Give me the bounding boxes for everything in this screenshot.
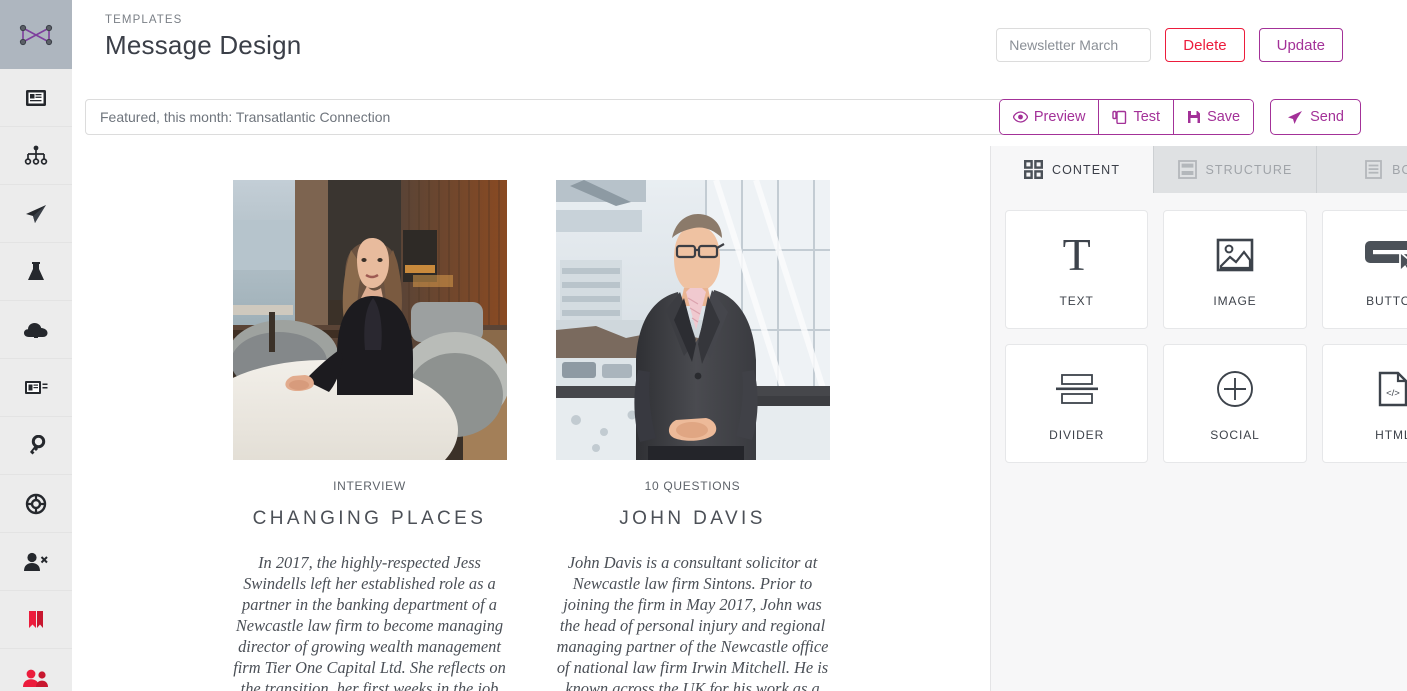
block-divider[interactable]: DIVIDER: [1005, 344, 1149, 463]
grid-blocks-icon: [1023, 160, 1043, 179]
flask-icon: [28, 261, 44, 280]
column-kicker: INTERVIEW: [333, 479, 406, 493]
column-headline: CHANGING PLACES: [252, 508, 487, 529]
column-body: In 2017, the highly-respected Jess Swind…: [233, 553, 506, 691]
block-image[interactable]: IMAGE: [1163, 210, 1307, 329]
editor-toolbar: Preview Test Save Send: [998, 99, 1361, 135]
header-actions: Delete Update: [996, 28, 1343, 62]
sidebar-item-tests[interactable]: [0, 243, 72, 301]
svg-text:</>: </>: [1386, 388, 1400, 399]
sidebar-item-contacts[interactable]: [0, 359, 72, 417]
sidebar-item-uploads[interactable]: [0, 301, 72, 359]
column-body: John Davis is a consultant solicitor at …: [556, 553, 829, 691]
circle-plus-icon: [1217, 370, 1253, 407]
man-by-window-photo: [555, 180, 830, 460]
test-button[interactable]: Test: [1099, 100, 1175, 134]
sidebar-item-send[interactable]: [0, 185, 72, 243]
save-button[interactable]: Save: [1174, 100, 1254, 134]
test-label: Test: [1133, 109, 1161, 125]
block-html[interactable]: </> HTML: [1321, 344, 1407, 463]
lifebuoy-icon: [25, 493, 47, 514]
article-list-icon: [26, 89, 46, 106]
sidebar-item-bookmarks[interactable]: [0, 591, 72, 649]
sidebar-item-teams[interactable]: [0, 649, 72, 691]
divider-icon: [1055, 373, 1098, 404]
paper-plane-icon: [26, 204, 46, 223]
main-area: TEMPLATES Message Design Delete Update: [72, 0, 1407, 691]
eye-icon: [1012, 111, 1028, 123]
subject-toolbar-row: Preview Test: [72, 88, 1407, 146]
sidebar-item-api-keys[interactable]: [0, 417, 72, 475]
save-label: Save: [1207, 109, 1241, 125]
editor-side-panel: CONTENT STRUCTURE B T TEXT IMAGE BUTTO D…: [990, 146, 1407, 691]
content-blocks-grid: T TEXT IMAGE BUTTO DIVIDER SOCIAL </> HT…: [991, 193, 1407, 480]
network-graph-logo-icon: [19, 24, 53, 45]
subject-input[interactable]: [85, 99, 1063, 135]
tab-content[interactable]: CONTENT: [991, 146, 1154, 193]
template-name-input[interactable]: [996, 28, 1152, 62]
block-social-label: SOCIAL: [1210, 427, 1260, 442]
sidebar-item-unsubscribes[interactable]: [0, 533, 72, 591]
app-window: TEMPLATES Message Design Delete Update: [0, 0, 1407, 691]
update-button[interactable]: Update: [1258, 28, 1343, 62]
users-icon: [23, 669, 48, 687]
woman-at-table-photo: [232, 180, 507, 460]
email-column[interactable]: INTERVIEW CHANGING PLACES In 2017, the h…: [232, 180, 507, 691]
column-kicker: 10 QUESTIONS: [644, 479, 741, 493]
block-image-label: IMAGE: [1213, 293, 1257, 308]
user-times-icon: [24, 552, 48, 571]
id-card-icon: [25, 380, 48, 394]
page-title: Message Design: [105, 30, 302, 60]
tab-body-label: BODY: [1392, 162, 1407, 177]
left-sidebar: [0, 0, 72, 691]
block-divider-label: DIVIDER: [1049, 427, 1105, 442]
cloud-upload-icon: [24, 322, 48, 338]
block-text-label: TEXT: [1059, 293, 1094, 308]
preview-button[interactable]: Preview: [999, 100, 1100, 134]
column-headline: JOHN DAVIS: [619, 508, 766, 529]
floppy-disk-icon: [1188, 111, 1201, 123]
button-cursor-icon: [1365, 240, 1407, 273]
photo-ten-questions[interactable]: [555, 180, 830, 460]
block-social[interactable]: SOCIAL: [1163, 344, 1307, 463]
tab-structure[interactable]: STRUCTURE: [1154, 146, 1317, 193]
email-column[interactable]: 10 QUESTIONS JOHN DAVIS John Davis is a …: [555, 180, 830, 691]
photo-interview[interactable]: [232, 180, 507, 460]
panel-tabs: CONTENT STRUCTURE B: [991, 146, 1407, 193]
send-label: Send: [1310, 109, 1344, 125]
page-header: TEMPLATES Message Design Delete Update: [72, 0, 1407, 88]
bookmark-icon: [29, 610, 43, 628]
serif-t-icon: T: [1062, 228, 1091, 280]
tab-content-label: CONTENT: [1051, 162, 1121, 177]
preview-label: Preview: [1033, 109, 1086, 125]
mobile-device-icon: [1112, 110, 1127, 124]
block-html-label: HTML: [1375, 427, 1407, 442]
breadcrumb: TEMPLATES: [105, 14, 183, 26]
key-icon: [30, 434, 46, 454]
block-text[interactable]: T TEXT: [1005, 210, 1149, 329]
sidebar-item-dashboard[interactable]: [0, 69, 72, 127]
sidebar-item-campaigns[interactable]: [0, 127, 72, 185]
block-button-label: BUTTON: [1366, 293, 1407, 308]
delete-button[interactable]: Delete: [1165, 28, 1245, 62]
app-logo[interactable]: [0, 0, 72, 69]
preview-test-save-group: Preview Test Save: [998, 99, 1255, 135]
block-button[interactable]: BUTTON: [1321, 210, 1407, 329]
tab-structure-label: STRUCTURE: [1205, 162, 1293, 177]
email-columns: INTERVIEW CHANGING PLACES In 2017, the h…: [72, 146, 990, 691]
email-canvas[interactable]: INTERVIEW CHANGING PLACES In 2017, the h…: [72, 146, 990, 691]
rows-layout-icon: [1177, 160, 1197, 179]
picture-frame-icon: [1216, 238, 1254, 271]
document-lines-icon: [1365, 160, 1382, 179]
tab-body[interactable]: BODY: [1317, 146, 1407, 193]
sidebar-item-support[interactable]: [0, 475, 72, 533]
paper-plane-icon: [1288, 110, 1303, 124]
send-button[interactable]: Send: [1270, 99, 1361, 135]
code-document-icon: </>: [1379, 371, 1407, 406]
sitemap-icon: [24, 145, 48, 165]
